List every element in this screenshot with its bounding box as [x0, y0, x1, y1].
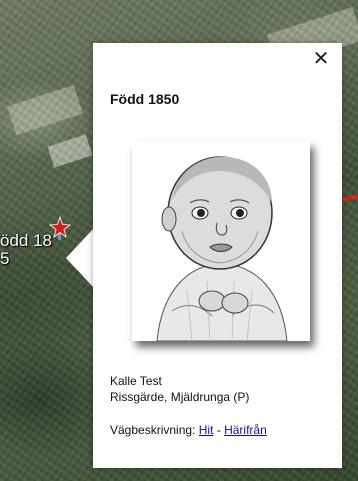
directions-row: Vägbeskrivning: Hit - Härifrån — [110, 423, 267, 437]
person-name: Kalle Test — [110, 374, 162, 388]
close-icon[interactable]: ✕ — [312, 48, 330, 68]
marker-label[interactable]: ödd 18 5 — [0, 232, 52, 268]
directions-from-here-link[interactable]: Härifrån — [224, 423, 267, 437]
person-place: Rissgärde, Mjäldrunga (P) — [110, 390, 250, 404]
directions-to-here-link[interactable]: Hit — [199, 423, 214, 437]
map-field — [47, 134, 93, 168]
popup-pointer — [66, 228, 94, 288]
directions-separator: - — [216, 423, 221, 437]
baby-portrait-image — [132, 141, 310, 341]
directions-label: Vägbeskrivning: — [110, 423, 196, 437]
info-popup: ✕ Född 1850 Kalle Test Rissgärde, Mjäldr… — [93, 43, 342, 468]
map-field — [7, 84, 83, 136]
popup-title: Född 1850 — [110, 91, 180, 107]
